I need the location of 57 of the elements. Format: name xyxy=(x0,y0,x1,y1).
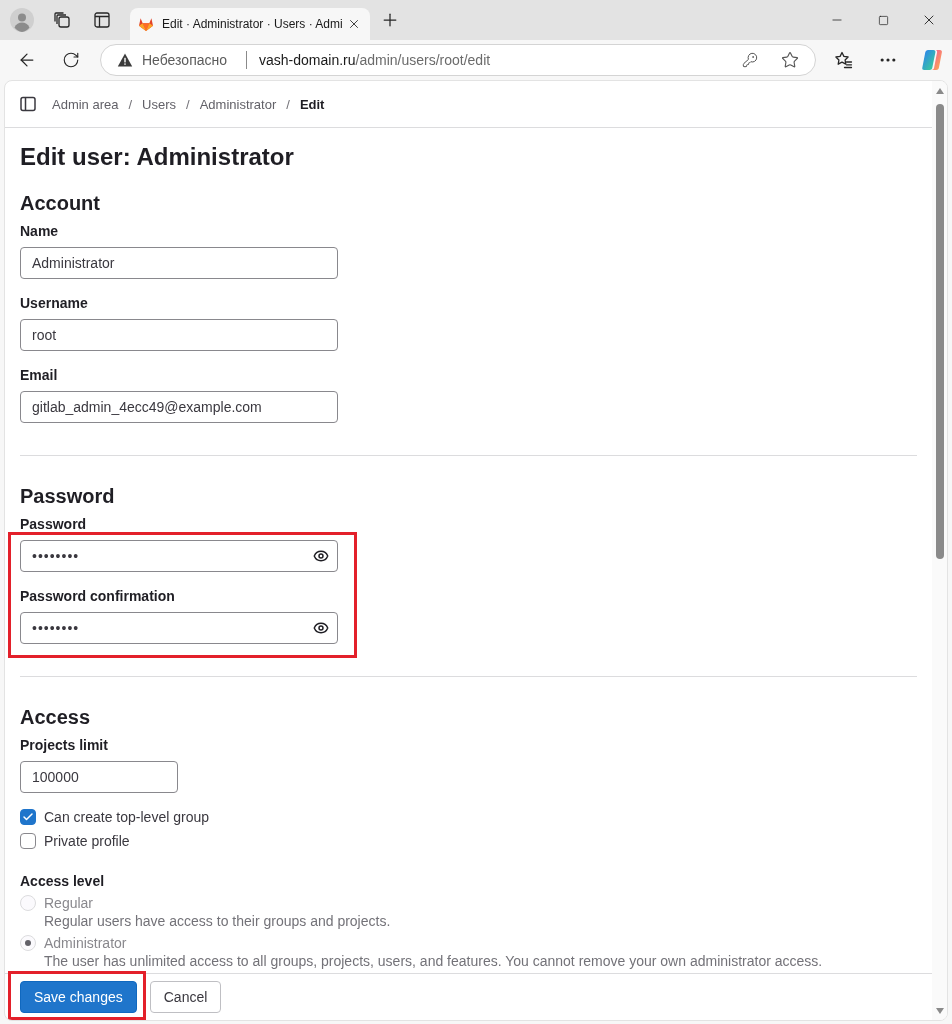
maximize-icon[interactable] xyxy=(877,14,889,26)
text-field[interactable]: root xyxy=(20,319,338,351)
radio-label: Administrator xyxy=(44,935,127,951)
section-heading: Access xyxy=(20,705,92,729)
address-bar[interactable]: Небезопасно vash-domain.ru/admin/users/root/edit xyxy=(100,44,816,76)
field-label: Password xyxy=(20,516,87,533)
eye-icon[interactable] xyxy=(313,620,329,636)
sidebar-icon[interactable] xyxy=(20,96,36,112)
field-label: Email xyxy=(20,367,58,384)
breadcrumb-link[interactable]: Admin area xyxy=(52,96,119,112)
site-info-button[interactable]: Небезопасно xyxy=(117,52,227,68)
star-list-icon[interactable] xyxy=(834,50,854,70)
checkbox-label: Can create top-level group xyxy=(44,809,209,825)
radio-description: The user has unlimited access to all groups, projects, users, and features. You cannot remove your own administrator access. xyxy=(44,952,823,970)
breadcrumb-separator: / xyxy=(186,96,190,112)
scroll-up-icon[interactable] xyxy=(935,88,944,94)
multicolor-logo-icon[interactable] xyxy=(920,48,944,72)
checkbox-label: Private profile xyxy=(44,833,130,849)
secondary-button[interactable]: Cancel xyxy=(149,981,222,1013)
field-label: Username xyxy=(20,295,88,312)
eye-icon[interactable] xyxy=(313,548,329,564)
key-icon[interactable] xyxy=(742,52,758,68)
breadcrumb-link[interactable]: Users xyxy=(142,96,177,112)
checkbox[interactable] xyxy=(20,833,36,849)
text-field[interactable]: gitlab_admin_4ecc49@example.com xyxy=(20,391,338,423)
field-label: Access level xyxy=(20,873,105,890)
section-heading: Password xyxy=(20,484,116,508)
password-field[interactable]: •••••••• xyxy=(20,612,338,644)
page-title: Edit user: Administrator xyxy=(20,143,295,171)
radio-label: Regular xyxy=(44,895,94,911)
field-label: Password confirmation xyxy=(20,588,175,605)
breadcrumb-separator: / xyxy=(128,96,133,112)
browser-tab[interactable]: Edit · Administrator · Users · Admi xyxy=(130,8,370,40)
number-field[interactable]: 100000 xyxy=(20,761,178,793)
breadcrumb-link[interactable]: Administrator xyxy=(199,96,277,112)
check-icon xyxy=(22,811,34,823)
star-icon[interactable] xyxy=(781,51,799,69)
checkbox[interactable] xyxy=(20,809,36,825)
scrollbar[interactable] xyxy=(932,81,947,1020)
reload-icon[interactable] xyxy=(62,51,80,69)
scroll-down-icon[interactable] xyxy=(935,1008,944,1014)
text-field[interactable]: Administrator xyxy=(20,247,338,279)
breadcrumb-link[interactable]: Edit xyxy=(299,96,325,112)
breadcrumb-separator: / xyxy=(286,96,290,112)
sidebar-panel-icon[interactable] xyxy=(93,11,111,29)
warning-icon xyxy=(117,52,133,68)
primary-button[interactable]: Save changes xyxy=(20,981,137,1013)
field-label: Name xyxy=(20,223,59,240)
close-icon[interactable] xyxy=(347,17,361,31)
section-heading: Account xyxy=(20,191,101,215)
avatar-icon[interactable] xyxy=(10,8,34,32)
password-field[interactable]: •••••••• xyxy=(20,540,338,572)
stacked-squares-icon[interactable] xyxy=(53,11,71,29)
field-label: Projects limit xyxy=(20,737,108,754)
fox-head-icon xyxy=(138,16,154,32)
radio-description: Regular users have access to their groups and projects. xyxy=(44,912,391,930)
scrollbar-thumb[interactable] xyxy=(935,104,944,559)
